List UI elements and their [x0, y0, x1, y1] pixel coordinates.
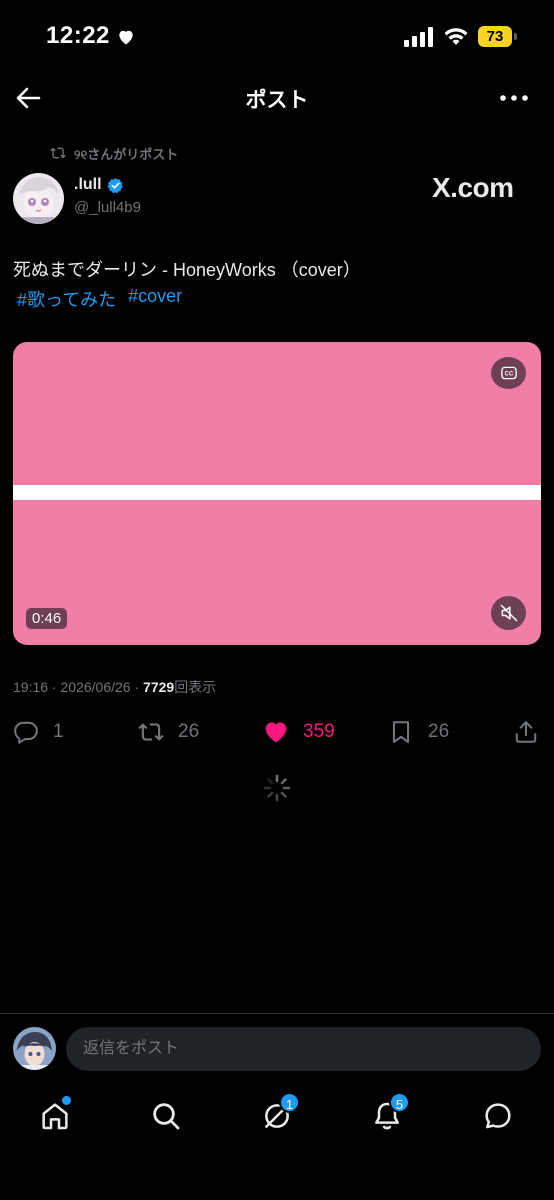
more-options-icon[interactable] — [498, 84, 530, 112]
author-avatar-image — [13, 173, 64, 224]
captions-button[interactable]: CC — [491, 357, 526, 389]
author-name-text: .lull — [74, 176, 102, 193]
bookmark-count: 26 — [428, 721, 450, 742]
hashtag-link[interactable]: #歌ってみた — [17, 286, 116, 312]
repost-button[interactable]: 26 — [138, 712, 199, 752]
author-name[interactable]: .lull — [74, 176, 124, 194]
like-button[interactable]: 359 — [263, 712, 335, 752]
author-handle[interactable]: @_lull4b9 — [74, 199, 141, 216]
post-header: ポスト — [0, 70, 554, 126]
bookmark-button[interactable]: 26 — [388, 712, 449, 752]
closed-captions-icon: CC — [500, 366, 517, 380]
status-bar: 12:22 73 — [0, 0, 554, 70]
share-button[interactable] — [513, 712, 539, 752]
notifications-badge: 5 — [389, 1092, 410, 1113]
bottom-tab-bar: 1 5 — [0, 1090, 554, 1146]
like-count: 359 — [303, 721, 335, 742]
status-time: 12:22 — [46, 22, 110, 49]
heart-status-icon — [119, 30, 133, 45]
battery-level: 73 — [478, 26, 512, 47]
repost-icon — [50, 147, 66, 159]
video-player[interactable]: CC 0:46 — [13, 342, 541, 645]
post-text: 死ぬまでダーリン - HoneyWorks （cover） — [13, 260, 361, 280]
repost-indicator[interactable]: ୨୧さんがリポスト — [50, 143, 178, 163]
tab-search[interactable] — [146, 1096, 186, 1136]
verified-badge-icon — [107, 177, 123, 193]
video-duration: 0:46 — [26, 608, 68, 629]
share-icon — [515, 721, 537, 743]
svg-text:CC: CC — [504, 372, 513, 378]
chat-bubble-icon — [485, 1103, 511, 1129]
search-icon — [153, 1103, 180, 1130]
repost-text: ୨୧さんがリポスト — [74, 146, 179, 162]
reply-count: 1 — [53, 721, 64, 742]
view-label: 回表示 — [174, 679, 217, 695]
video-frame-stripe — [13, 485, 541, 500]
post-meta: 19:16 · 2026/06/26 · 7729回表示 — [13, 679, 217, 695]
battery-cap — [514, 33, 517, 40]
current-user-avatar[interactable] — [13, 1027, 56, 1070]
battery-indicator: 73 — [478, 26, 518, 47]
current-user-avatar-image — [13, 1027, 56, 1070]
post-date: 2026/06/26 — [60, 679, 131, 695]
bookmark-icon — [392, 721, 410, 743]
wifi-icon — [444, 28, 468, 45]
page-title: ポスト — [245, 89, 309, 112]
view-count: 7729 — [143, 679, 175, 695]
reply-button[interactable]: 1 — [13, 712, 64, 752]
repost-icon — [138, 723, 164, 741]
mute-button[interactable] — [491, 596, 526, 630]
repost-count: 26 — [178, 721, 200, 742]
reply-input[interactable] — [66, 1027, 541, 1071]
hashtag-list: #歌ってみた #cover — [17, 286, 182, 312]
tab-home[interactable] — [35, 1096, 75, 1136]
grok-badge: 1 — [279, 1092, 300, 1113]
reply-icon — [14, 721, 38, 744]
loading-spinner-icon — [263, 774, 291, 802]
muted-speaker-icon — [500, 604, 517, 622]
author-avatar[interactable] — [13, 173, 64, 224]
tab-notifications[interactable]: 5 — [367, 1092, 410, 1136]
tab-grok[interactable]: 1 — [257, 1092, 300, 1136]
hashtag-link[interactable]: #cover — [128, 286, 182, 312]
heart-filled-icon — [265, 722, 287, 743]
action-bar: 1 26 359 26 — [0, 712, 554, 752]
post-time: 19:16 — [13, 679, 49, 695]
cellular-signal-icon — [404, 27, 433, 47]
home-unread-dot — [62, 1096, 71, 1105]
xcom-watermark: X.com — [432, 172, 514, 203]
tab-messages[interactable] — [478, 1096, 518, 1136]
reply-divider — [0, 1013, 554, 1014]
